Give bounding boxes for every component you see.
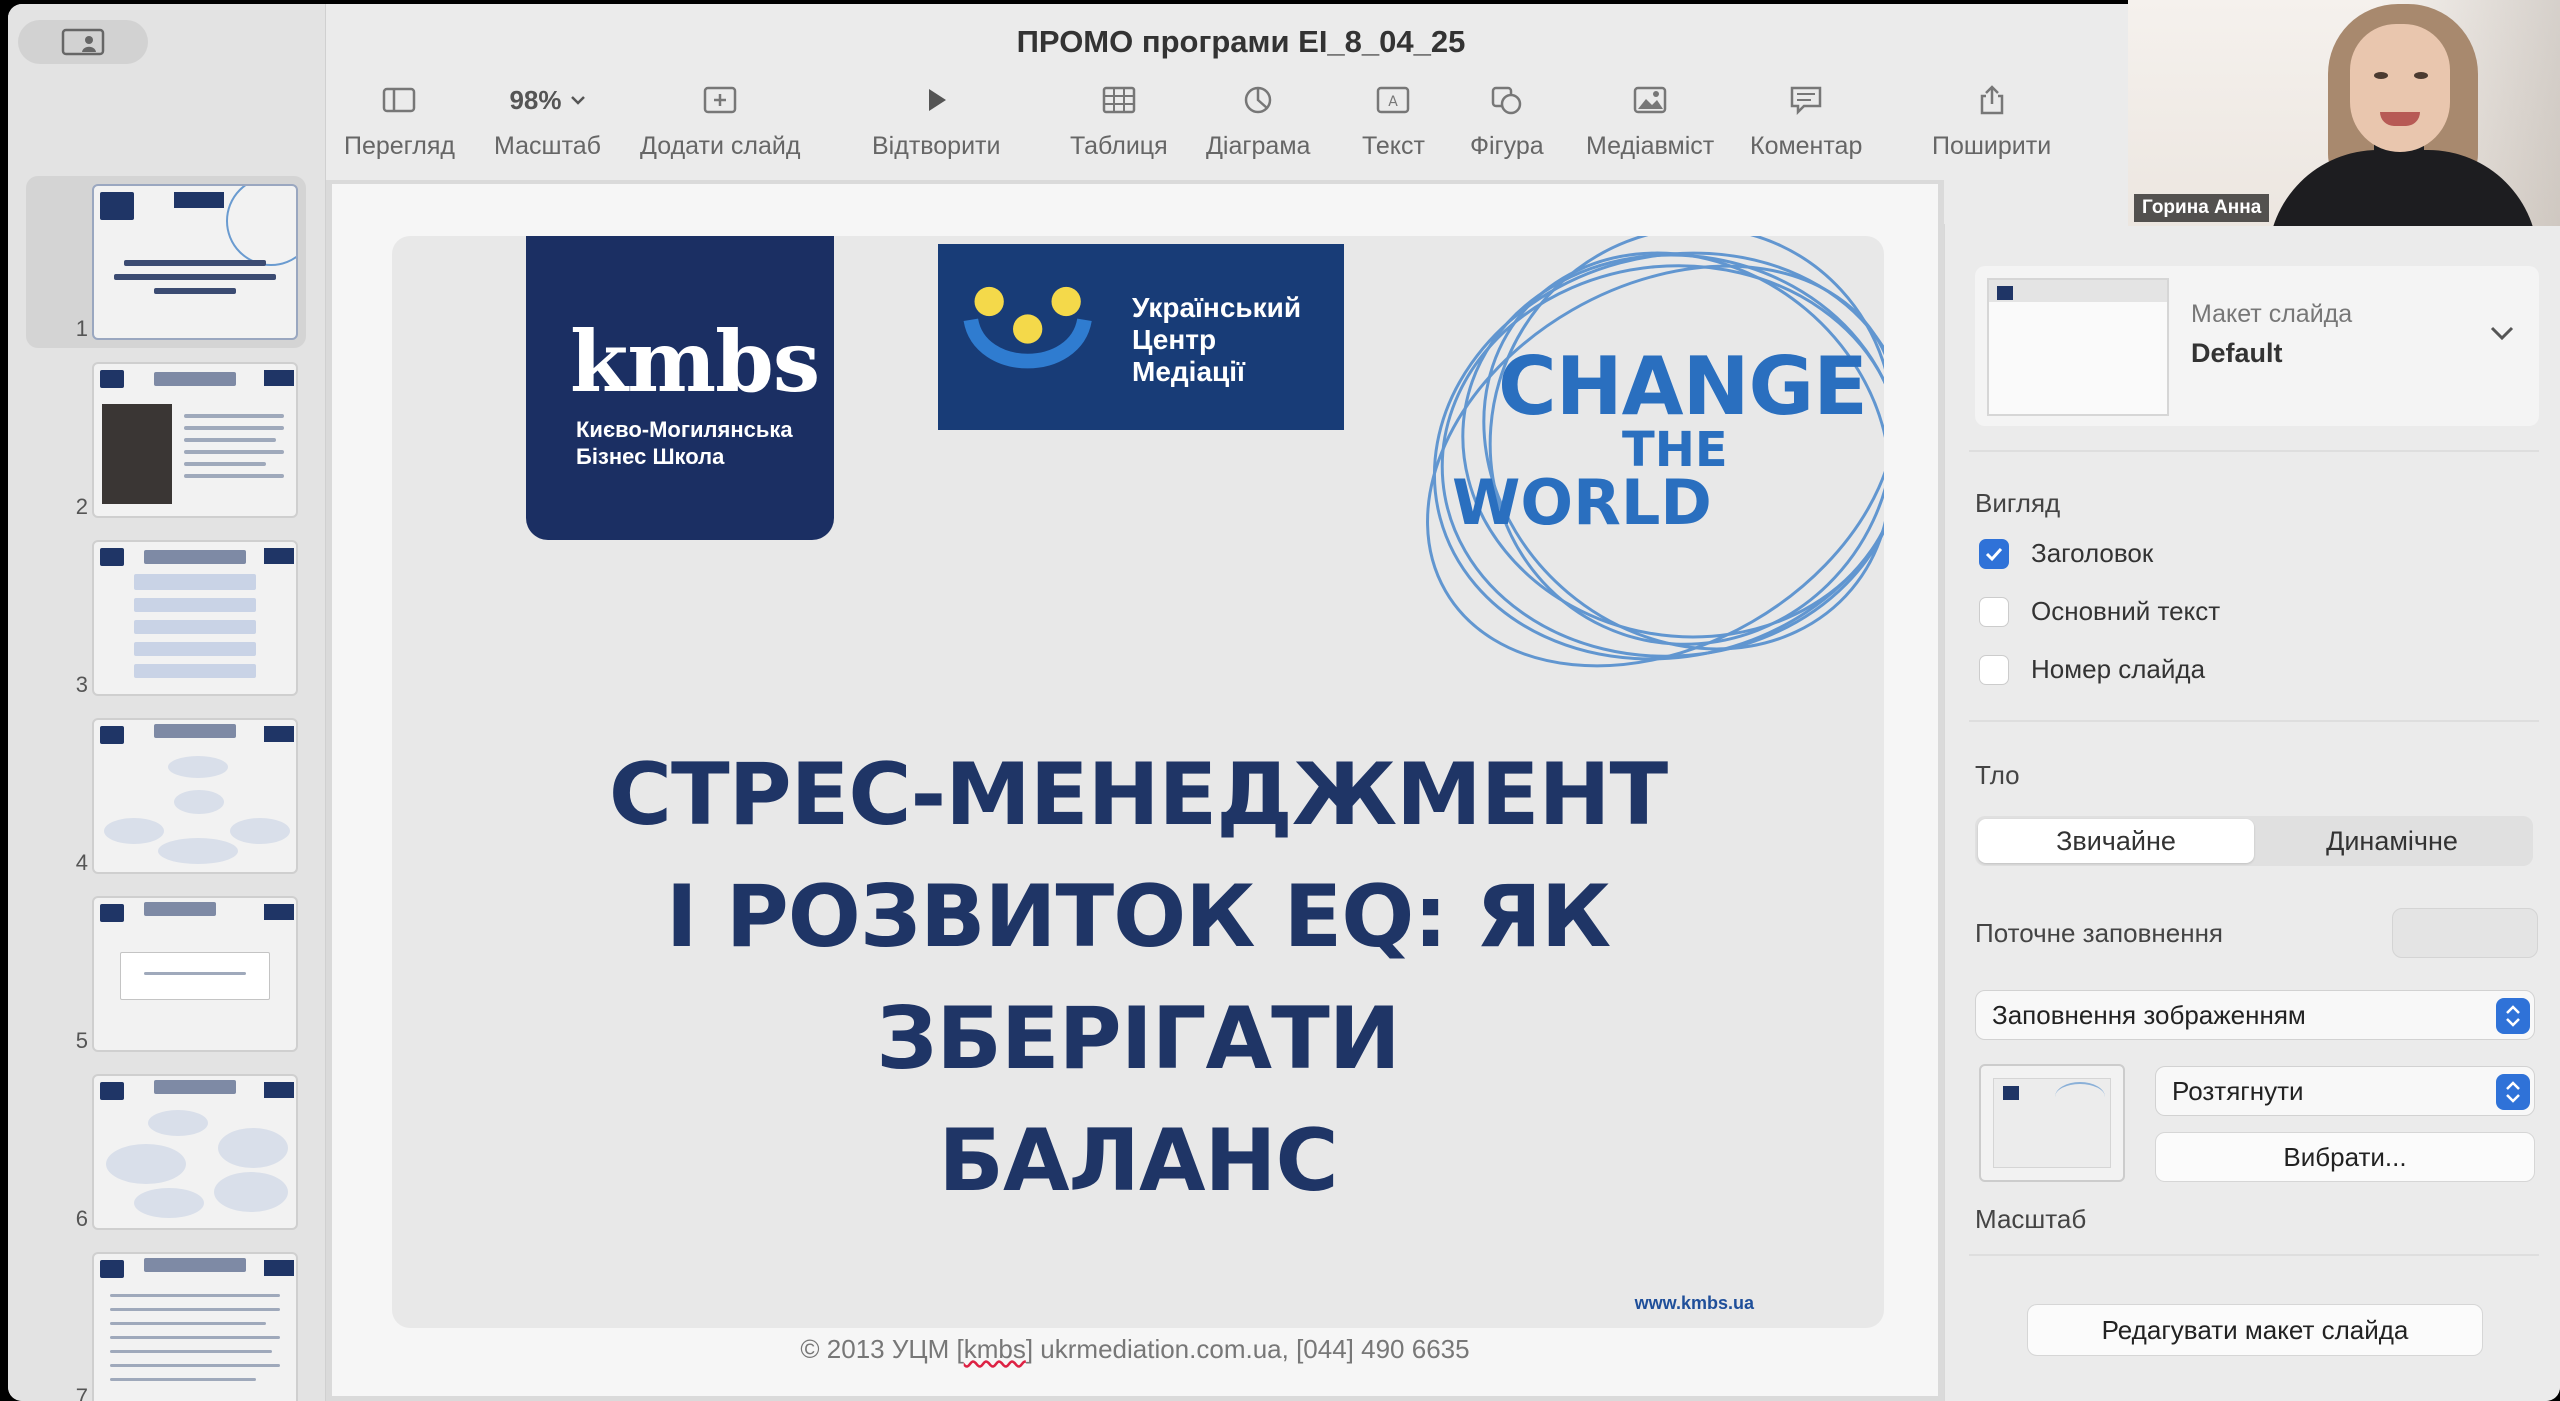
slide-thumbnail-5[interactable]: 5 bbox=[8, 888, 326, 1060]
slide-thumbnail-2[interactable]: 2 bbox=[8, 354, 326, 526]
slide-thumbnail-7[interactable]: 7 bbox=[8, 1244, 326, 1401]
media-button[interactable]: Медіавміст bbox=[1586, 82, 1714, 161]
play-icon bbox=[929, 89, 947, 111]
comment-button[interactable]: Коментар bbox=[1750, 82, 1862, 161]
slide-canvas[interactable]: kmbs Києво-Могилянська Бізнес Школа Укра… bbox=[326, 180, 1944, 1401]
sidebar-view-icon bbox=[383, 87, 416, 113]
layout-thumbnail bbox=[1987, 278, 2169, 416]
table-button[interactable]: Таблиця bbox=[1070, 82, 1168, 161]
slide-thumbnail-1[interactable]: 1 bbox=[26, 176, 306, 348]
scale-label: Масштаб bbox=[1975, 1204, 2087, 1234]
text-box-icon: A bbox=[1377, 86, 1410, 114]
slide-number: 7 bbox=[75, 1384, 88, 1401]
slide-number: 5 bbox=[75, 1028, 88, 1053]
comment-icon bbox=[1790, 86, 1822, 116]
fill-type-popup[interactable]: Заповнення зображенням bbox=[1975, 990, 2535, 1040]
chart-icon bbox=[1244, 86, 1272, 114]
share-icon bbox=[1980, 85, 2003, 115]
svg-text:A: A bbox=[1389, 94, 1399, 110]
presenter-view-button[interactable] bbox=[18, 20, 148, 64]
slide-title[interactable]: СТРЕС-МЕНЕДЖМЕНТ І РОЗВИТОК EQ: ЯК ЗБЕРІ… bbox=[392, 734, 1884, 1222]
add-slide-button[interactable]: Додати слайд bbox=[640, 82, 800, 161]
slide-number: 4 bbox=[75, 850, 88, 875]
share-button[interactable]: Поширити bbox=[1932, 82, 2051, 161]
slide-navigator: 1 2 3 4 5 6 7 bbox=[8, 4, 326, 1401]
title-checkbox[interactable] bbox=[1979, 538, 2009, 569]
add-slide-icon bbox=[703, 86, 737, 114]
background-section-title: Тло bbox=[1975, 760, 2020, 790]
slide-background-image: kmbs Києво-Могилянська Бізнес Школа Укра… bbox=[392, 236, 1884, 1328]
play-button[interactable]: Відтворити bbox=[872, 82, 1000, 161]
document-title: ПРОМО програми EI_8_04_25 bbox=[1016, 24, 1466, 59]
slide-footer: © 2013 УЦМ [kmbs] ukrmediation.com.ua, [… bbox=[800, 1334, 1470, 1364]
background-image-well[interactable] bbox=[1979, 1064, 2125, 1182]
slide-thumbnail-3[interactable]: 3 bbox=[8, 532, 326, 704]
current-fill-well[interactable] bbox=[2392, 908, 2538, 958]
zoom-value: 98% bbox=[509, 84, 562, 115]
current-fill-label: Поточне заповнення bbox=[1975, 918, 2224, 948]
checkmark-icon bbox=[1985, 547, 2003, 561]
current-slide[interactable]: kmbs Києво-Могилянська Бізнес Школа Укра… bbox=[332, 184, 1938, 1396]
shape-button[interactable]: Фігура bbox=[1470, 82, 1544, 161]
slide-number: 2 bbox=[75, 494, 88, 519]
stepper-arrows-icon bbox=[2506, 1005, 2520, 1027]
text-button[interactable]: A Текст bbox=[1362, 82, 1425, 161]
chevron-down-icon[interactable] bbox=[2489, 324, 2515, 342]
body-checkbox[interactable] bbox=[1979, 596, 2009, 627]
zoom-button[interactable]: 98% Масштаб bbox=[494, 82, 601, 161]
edit-slide-layout-button[interactable]: Редагувати макет слайда bbox=[2027, 1304, 2483, 1356]
site-url: www.kmbs.ua bbox=[1634, 1293, 1754, 1313]
appearance-section-title: Вигляд bbox=[1975, 488, 2061, 518]
slide-number: 1 bbox=[75, 316, 88, 341]
background-type-control[interactable]: Звичайне Динамічне bbox=[1975, 816, 2533, 866]
slide-thumbnail-4[interactable]: 4 bbox=[8, 710, 326, 882]
choose-image-button[interactable]: Вибрати... bbox=[2155, 1132, 2535, 1182]
slide-layout-selector[interactable]: Макет слайда Default bbox=[1975, 266, 2539, 426]
format-inspector: Макет слайда Default Вигляд Заголовок Ос… bbox=[1944, 224, 2560, 1401]
participant-name: Горина Анна bbox=[2134, 194, 2270, 222]
slide-number-checkbox-row[interactable]: Номер слайда bbox=[1979, 654, 2205, 685]
presenter-icon bbox=[61, 28, 105, 56]
slide-number: 6 bbox=[75, 1206, 88, 1231]
view-button[interactable]: Перегляд bbox=[344, 82, 455, 161]
shapes-icon bbox=[1491, 86, 1522, 115]
media-icon bbox=[1633, 86, 1667, 114]
body-checkbox-row[interactable]: Основний текст bbox=[1979, 596, 2220, 627]
stepper-arrows-icon bbox=[2506, 1081, 2520, 1103]
fill-mode-popup[interactable]: Розтягнути bbox=[2155, 1066, 2535, 1116]
participant-video: Горина Анна bbox=[2128, 0, 2560, 226]
ucm-logo: Український Центр Медіації bbox=[938, 244, 1344, 430]
chart-button[interactable]: Діаграма bbox=[1206, 82, 1310, 161]
ucm-emblem-icon bbox=[963, 286, 1092, 369]
table-icon bbox=[1102, 86, 1136, 114]
bg-dynamic-segment[interactable]: Динамічне bbox=[2254, 819, 2530, 863]
slide-thumbnail-6[interactable]: 6 bbox=[8, 1066, 326, 1238]
title-checkbox-row[interactable]: Заголовок bbox=[1979, 538, 2153, 569]
slide-number: 3 bbox=[75, 672, 88, 697]
slide-number-checkbox[interactable] bbox=[1979, 654, 2009, 685]
kmbs-logo: kmbs Києво-Могилянська Бізнес Школа bbox=[526, 236, 834, 540]
bg-standard-segment[interactable]: Звичайне bbox=[1978, 819, 2254, 863]
chevron-down-icon bbox=[570, 96, 585, 105]
